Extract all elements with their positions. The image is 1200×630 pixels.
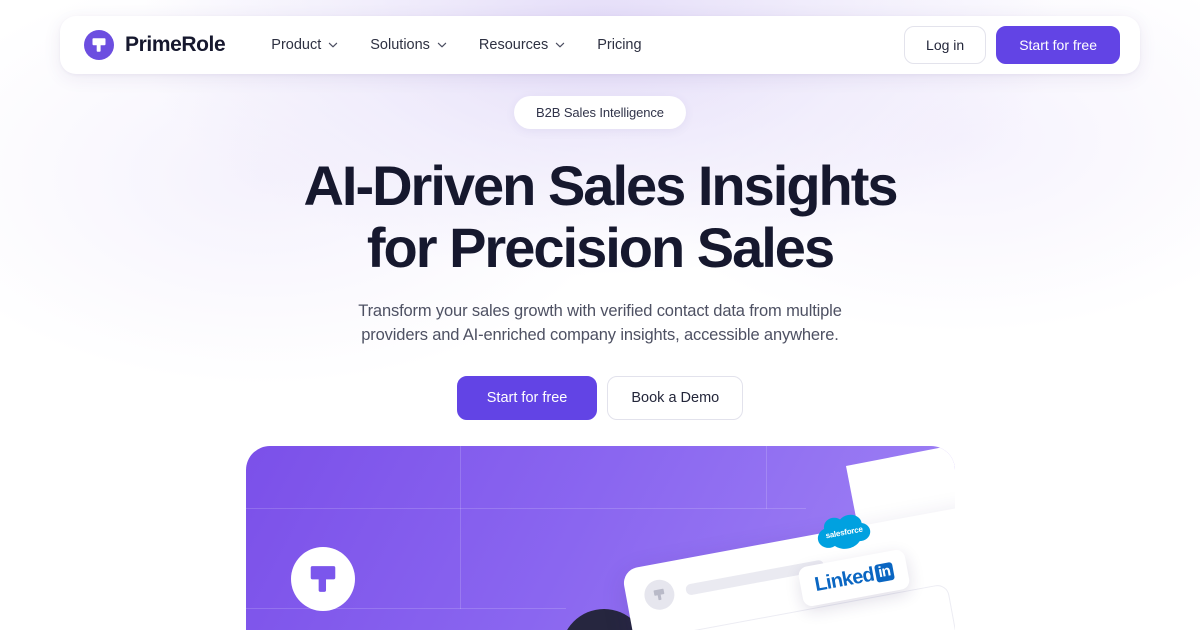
decorative-line [246, 508, 806, 509]
decorative-line [246, 608, 566, 609]
main-navigation-bar: PrimeRole Product Solutions Resources Pr… [60, 16, 1140, 74]
start-for-free-button-hero[interactable]: Start for free [456, 375, 598, 420]
decorative-line [766, 446, 767, 509]
brand-logo[interactable]: PrimeRole [84, 30, 226, 60]
nav-item-product[interactable]: Product [255, 29, 354, 61]
nav-item-label: Resources [478, 37, 549, 53]
nav-item-resources[interactable]: Resources [463, 29, 581, 61]
contact-card-title: Contact [669, 599, 937, 630]
start-for-free-button-nav[interactable]: Start for free [996, 26, 1120, 64]
nav-links: Product Solutions Resources Pricing [255, 29, 657, 61]
linkedin-wordmark: Linked [812, 563, 876, 596]
linkedin-in-badge: in [873, 561, 895, 583]
chevron-down-icon [437, 40, 447, 50]
hero-badge: B2B Sales Intelligence [514, 96, 686, 129]
user-avatar-icon [641, 577, 677, 613]
chevron-down-icon [328, 40, 338, 50]
nav-item-label: Product [271, 37, 322, 53]
primerole-roundel [291, 547, 355, 611]
chevron-down-icon [555, 40, 565, 50]
headline-line-1: AI-Driven Sales Insights [303, 154, 898, 217]
brand-name: PrimeRole [125, 33, 226, 56]
linkedin-icon: Linked in [813, 559, 895, 596]
book-a-demo-button[interactable]: Book a Demo [607, 375, 744, 420]
nav-item-label: Solutions [370, 37, 430, 53]
hero-product-illustration: Contact +91 93920399293 ...@primerole.co… [246, 446, 955, 630]
primerole-mark-icon [310, 566, 336, 592]
nav-item-solutions[interactable]: Solutions [354, 29, 463, 61]
hero-section: B2B Sales Intelligence AI-Driven Sales I… [0, 96, 1200, 420]
nav-item-label: Pricing [597, 37, 642, 53]
hero-cta-row: Start for free Book a Demo [456, 375, 744, 420]
primerole-mark-icon [84, 30, 114, 60]
nav-actions: Log in Start for free [904, 26, 1120, 64]
salesforce-cloud-icon: salesforce [812, 507, 876, 557]
decorative-line [460, 446, 461, 609]
headline-line-2: for Precision Sales [366, 216, 835, 279]
login-button[interactable]: Log in [904, 26, 987, 64]
hero-subheading: Transform your sales growth with verifie… [358, 302, 842, 345]
nav-item-pricing[interactable]: Pricing [581, 29, 657, 61]
page-title: AI-Driven Sales Insights for Precision S… [303, 158, 898, 279]
